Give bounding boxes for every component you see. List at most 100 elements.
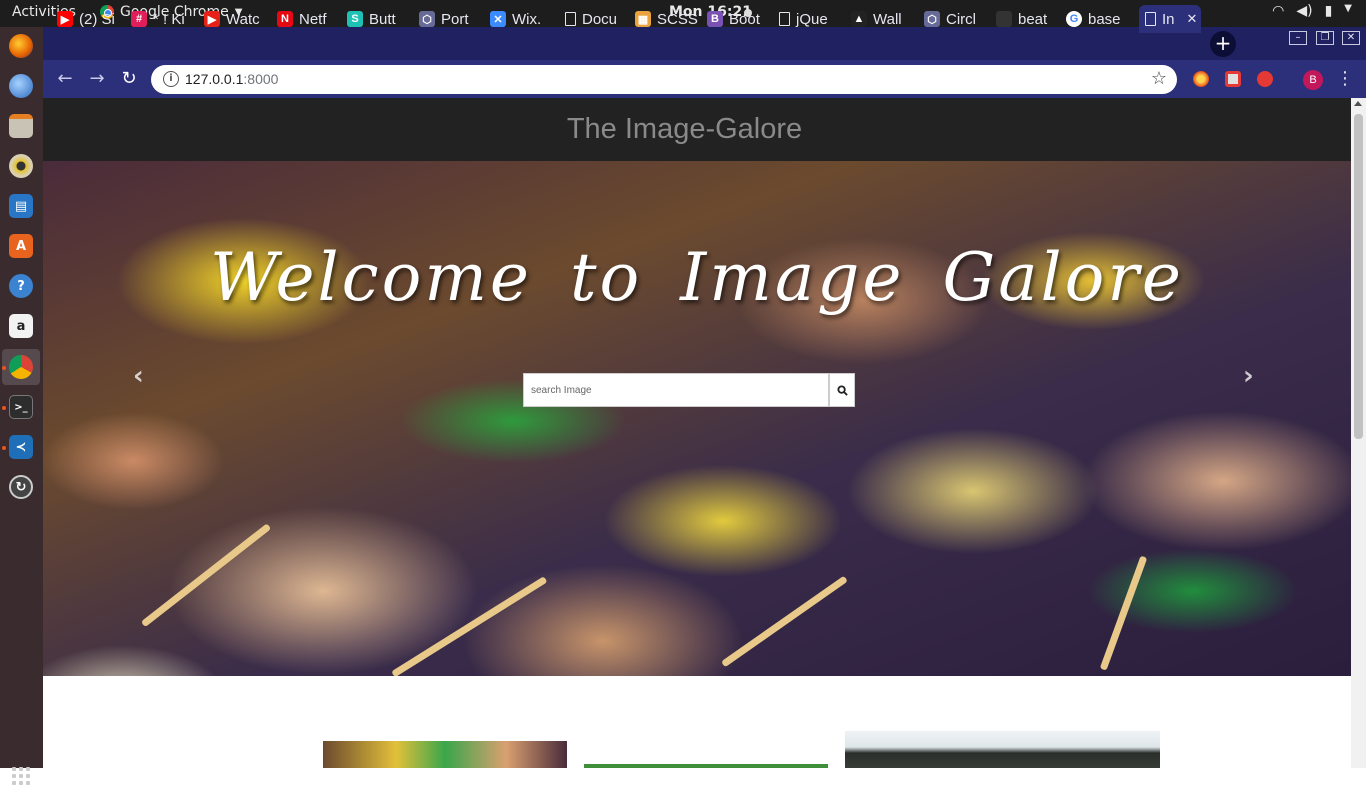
dock: ▤ A ? a >_ ≺ ↻ — [0, 27, 43, 785]
tab-label: Netf — [299, 10, 327, 28]
tab-3[interactable]: ▶ Watc — [204, 5, 274, 33]
running-indicator — [2, 406, 6, 410]
files-icon[interactable] — [9, 114, 33, 138]
scrollbar-thumb[interactable] — [1354, 114, 1363, 439]
google-icon: G — [1066, 11, 1082, 27]
chrome-icon[interactable] — [9, 355, 33, 379]
running-indicator — [2, 366, 6, 370]
netflix-icon: N — [277, 11, 293, 27]
gallery-thumbnail[interactable] — [323, 741, 567, 768]
skewer-decoration — [1099, 555, 1148, 671]
close-window-button[interactable]: ✕ — [1342, 31, 1360, 45]
scroll-up-arrow-icon[interactable] — [1354, 101, 1362, 106]
document-icon — [779, 12, 790, 26]
profile-avatar[interactable]: B — [1303, 70, 1323, 90]
tab-13[interactable]: ⬡ Circl — [924, 5, 992, 33]
tab-label: * ! Ki — [153, 10, 185, 28]
hero-carousel: Welcome to Image Galore ‹ › — [43, 161, 1351, 676]
tab-label: Wall — [873, 10, 902, 28]
tab-1[interactable]: ▶ (2) Si — [57, 5, 127, 33]
software-center-icon[interactable]: A — [9, 234, 33, 258]
tab-label: Boot — [729, 10, 760, 28]
url-text[interactable]: 127.0.0.1:8000 — [185, 71, 278, 87]
tab-label: (2) Si — [79, 10, 115, 28]
tab-4[interactable]: N Netf — [277, 5, 343, 33]
play-icon: ▶ — [204, 11, 220, 27]
tab-10[interactable]: B Boot — [707, 5, 775, 33]
bookmark-star-icon[interactable]: ☆ — [1151, 68, 1167, 89]
tab-7[interactable]: ✕ Wix. — [490, 5, 560, 33]
firefox-icon[interactable] — [9, 34, 33, 58]
new-tab-button[interactable]: + — [1210, 31, 1236, 57]
tab-label: In — [1162, 10, 1175, 28]
help-icon[interactable]: ? — [9, 274, 33, 298]
tab-label: jQue — [796, 10, 828, 28]
page-viewport: The Image-Galore Welcome to Image Galore… — [43, 98, 1351, 768]
hexagon-icon: ⬡ — [419, 11, 435, 27]
search-button[interactable] — [829, 373, 855, 407]
tab-label: Butt — [369, 10, 396, 28]
writer-icon[interactable]: ▤ — [9, 194, 33, 218]
carousel-next-button[interactable]: › — [1243, 361, 1254, 391]
tab-12[interactable]: ▲ Wall — [851, 5, 921, 33]
tab-label: beat — [1018, 10, 1048, 28]
tab-8[interactable]: Docu — [565, 5, 631, 33]
thunderbird-icon[interactable] — [9, 74, 33, 98]
search-icon — [836, 384, 848, 396]
tab-15[interactable]: Gbase — [1066, 5, 1136, 33]
document-icon — [1145, 12, 1156, 26]
site-header: The Image-Galore — [43, 98, 1351, 161]
tab-9[interactable]: ▦ SCSS — [635, 5, 703, 33]
terminal-icon[interactable]: >_ — [9, 395, 33, 419]
menu-icon[interactable]: ⋮ — [1336, 68, 1354, 89]
tab-11[interactable]: jQue — [779, 5, 847, 33]
gallery-thumbnail[interactable] — [845, 731, 1160, 768]
tab-14[interactable]: beat — [996, 5, 1062, 33]
tab-label: Watc — [226, 10, 260, 28]
slack-icon: # — [131, 11, 147, 27]
document-icon — [565, 12, 576, 26]
page-title: The Image-Galore — [566, 113, 803, 145]
close-tab-icon[interactable]: ✕ — [1187, 11, 1198, 27]
hero-heading: Welcome to Image Galore — [210, 239, 1184, 316]
tab-label: SCSS — [657, 10, 698, 28]
info-icon[interactable]: i — [163, 71, 179, 87]
hexagon-icon: ⬡ — [924, 11, 940, 27]
tab-16[interactable]: In ✕ — [1139, 5, 1201, 33]
blank-icon — [996, 11, 1012, 27]
gallery-thumbnail[interactable] — [584, 764, 828, 768]
skewer-decoration — [720, 575, 848, 668]
tab-label: Port — [441, 10, 469, 28]
address-bar[interactable]: i 127.0.0.1:8000 ☆ — [151, 65, 1177, 94]
amazon-icon[interactable]: a — [9, 314, 33, 338]
minimize-button[interactable]: – — [1289, 31, 1307, 45]
forward-button[interactable]: → — [86, 68, 108, 90]
carousel-prev-button[interactable]: ‹ — [133, 361, 144, 391]
wifi-icon: ◠ — [1272, 3, 1285, 19]
tab-label: base — [1088, 10, 1121, 28]
skewer-decoration — [140, 523, 272, 628]
system-tray[interactable]: ◠ ◀) ▮ ▼ — [1272, 3, 1352, 19]
reload-button[interactable]: ↻ — [118, 68, 140, 90]
back-button[interactable]: ← — [54, 68, 76, 90]
running-indicator — [2, 446, 6, 450]
sass-icon: ▦ — [635, 11, 651, 27]
vscode-icon[interactable]: ≺ — [9, 435, 33, 459]
tab-5[interactable]: S Butt — [347, 5, 415, 33]
show-applications-icon[interactable] — [12, 767, 30, 785]
skewer-decoration — [391, 576, 548, 676]
tab-2[interactable]: # * ! Ki — [131, 5, 201, 33]
software-updater-icon[interactable]: ↻ — [9, 475, 33, 499]
maximize-button[interactable]: ❐ — [1316, 31, 1334, 45]
extension-icon[interactable] — [1257, 71, 1273, 87]
s-icon: S — [347, 11, 363, 27]
youtube-icon: ▶ — [57, 11, 73, 27]
search-input[interactable] — [523, 373, 829, 407]
rhythmbox-icon[interactable] — [9, 154, 33, 178]
volume-icon: ◀) — [1296, 3, 1313, 19]
page-scrollbar[interactable] — [1351, 98, 1366, 768]
x-icon: ✕ — [490, 11, 506, 27]
extension-icon[interactable] — [1193, 71, 1209, 87]
tab-6[interactable]: ⬡ Port — [419, 5, 487, 33]
extension-icon[interactable] — [1225, 71, 1241, 87]
